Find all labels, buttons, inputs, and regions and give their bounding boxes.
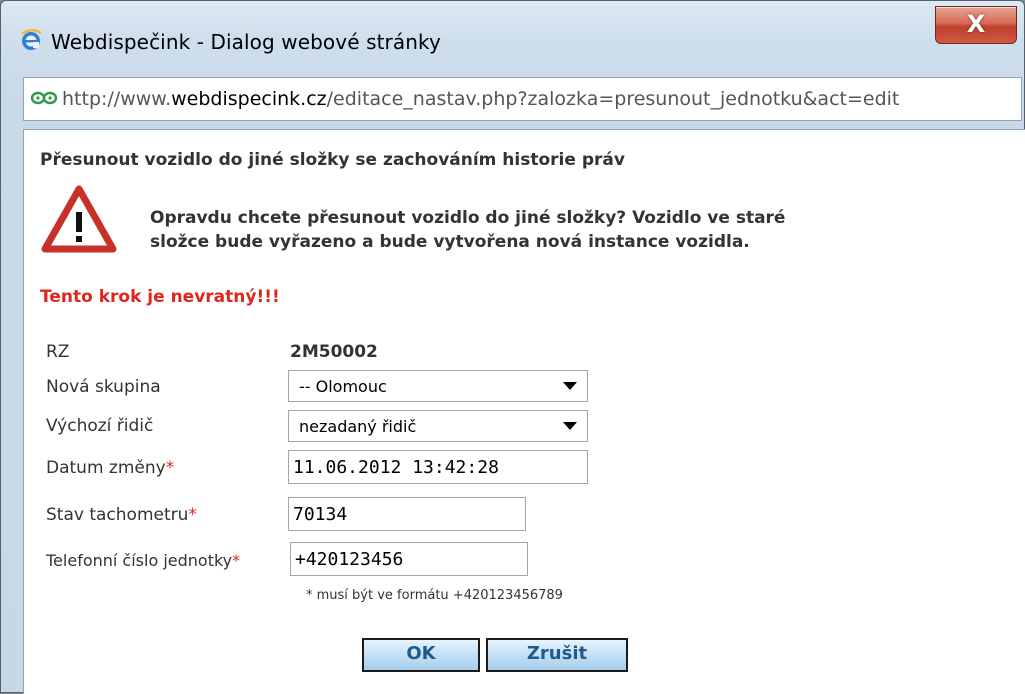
date-field[interactable]: 11.06.2012 13:42:28 xyxy=(288,450,588,484)
url-text: http://www.webdispecink.cz/editace_nasta… xyxy=(62,88,899,110)
close-button[interactable]: X xyxy=(935,6,1017,44)
phone-field[interactable]: +420123456 xyxy=(290,542,528,576)
group-select[interactable]: -- Olomouc xyxy=(288,370,588,402)
date-label: Datum změny* xyxy=(46,458,174,478)
phone-label-text: Telefonní číslo jednotky xyxy=(46,551,233,570)
cancel-button[interactable]: Zrušit xyxy=(486,638,628,672)
warning-icon xyxy=(41,185,117,253)
dialog-content: Přesunout vozidlo do jiné složky se zach… xyxy=(23,129,1025,694)
driver-select[interactable]: nezadaný řidič xyxy=(288,410,588,442)
required-mark: * xyxy=(232,551,241,570)
close-icon: X xyxy=(966,10,986,38)
odometer-field[interactable]: 70134 xyxy=(288,497,526,531)
warning-line-2: složce bude vyřazeno a bude vytvořena no… xyxy=(150,232,750,252)
url-path: /editace_nastav.php?zalozka=presunout_je… xyxy=(326,88,900,110)
odometer-label: Stav tachometru* xyxy=(46,505,197,525)
group-select-value: -- Olomouc xyxy=(299,377,387,396)
odometer-label-text: Stav tachometru xyxy=(46,505,189,525)
chevron-down-icon xyxy=(563,422,577,430)
dialog-window: Webdispečink - Dialog webové stránky X h… xyxy=(0,0,1025,694)
warning-message: Opravdu chcete přesunout vozidlo do jiné… xyxy=(150,206,910,254)
url-domain: webdispecink.cz xyxy=(171,88,327,110)
driver-select-value: nezadaný řidič xyxy=(299,417,417,436)
chevron-down-icon xyxy=(563,382,577,390)
driver-label: Výchozí řidič xyxy=(46,416,154,436)
window-title: Webdispečink - Dialog webové stránky xyxy=(51,30,441,54)
required-mark: * xyxy=(188,505,197,525)
irreversible-warning: Tento krok je nevratný!!! xyxy=(40,287,280,307)
rz-label: RZ xyxy=(46,342,70,362)
address-bar[interactable]: http://www.webdispecink.cz/editace_nasta… xyxy=(23,77,1022,121)
ie-icon xyxy=(21,29,42,50)
ok-button[interactable]: OK xyxy=(362,638,480,672)
warning-line-1: Opravdu chcete přesunout vozidlo do jiné… xyxy=(150,208,786,228)
rz-value: 2M50002 xyxy=(290,342,378,362)
dialog-heading: Přesunout vozidlo do jiné složky se zach… xyxy=(40,150,625,170)
url-prefix: http://www. xyxy=(62,88,172,110)
date-label-text: Datum změny xyxy=(46,458,166,478)
webdispecink-site-icon xyxy=(30,91,58,105)
phone-format-note: * musí být ve formátu +420123456789 xyxy=(306,588,563,603)
required-mark: * xyxy=(165,458,175,478)
phone-label: Telefonní číslo jednotky* xyxy=(46,551,240,570)
title-bar[interactable]: Webdispečink - Dialog webové stránky X xyxy=(1,1,1024,73)
group-label: Nová skupina xyxy=(46,377,161,397)
